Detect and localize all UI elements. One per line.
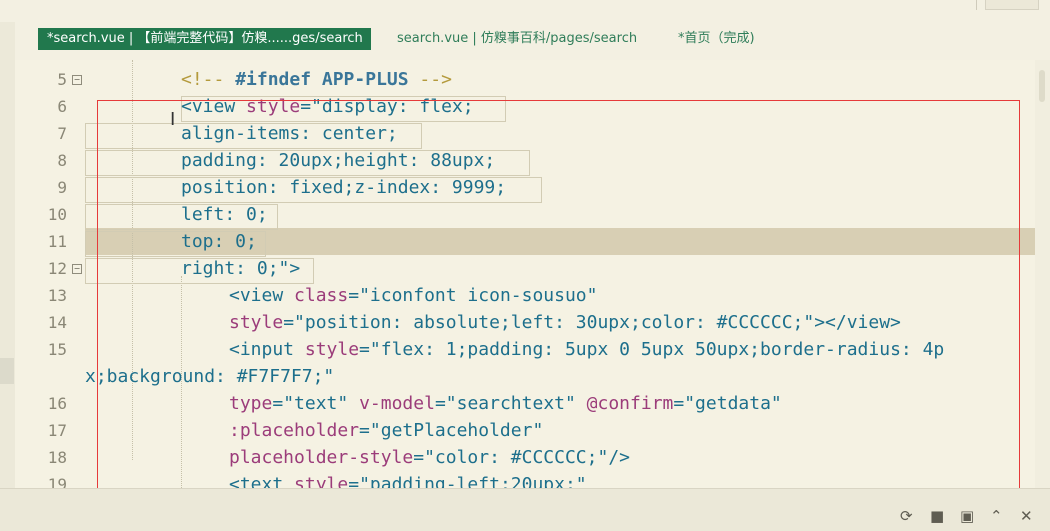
left-activity-strip — [0, 22, 16, 488]
close-icon[interactable]: ✕ — [1020, 507, 1033, 525]
text-cursor-icon: I — [170, 109, 176, 130]
bottom-toolbar: ⟳ ■ ▣ ⌃ ✕ — [0, 488, 1050, 531]
line-number: 8 — [57, 151, 67, 170]
fold-toggle-icon[interactable]: − — [72, 264, 82, 274]
tab-search-vue-frontend[interactable]: *search.vue | 【前端完整代码】仿糗......ges/search — [38, 28, 371, 50]
line-number: 16 — [47, 394, 67, 413]
tab-search-vue-qiushi[interactable]: search.vue | 仿糗事百科/pages/search — [397, 28, 637, 50]
code-editor[interactable]: 5 6 7 8 9 10 11 12 13 14 15 16 17 18 19 … — [15, 60, 1050, 488]
scrollbar-thumb[interactable] — [1039, 70, 1045, 102]
line-number: 5 — [57, 70, 67, 89]
window-top-strip — [0, 0, 1050, 22]
vertical-scrollbar[interactable] — [1035, 60, 1050, 488]
line-number: 18 — [47, 448, 67, 467]
comment-end: --> — [408, 69, 452, 90]
fold-toggle-icon[interactable]: − — [72, 75, 82, 85]
line-number: 19 — [47, 475, 67, 488]
code-line-5: <!-- #ifndef APP-PLUS --> — [181, 66, 452, 93]
window-control[interactable] — [985, 0, 1039, 10]
console-icon[interactable]: ▣ — [960, 507, 974, 525]
line-number: 6 — [57, 97, 67, 116]
line-number: 10 — [47, 205, 67, 224]
line-number: 14 — [47, 313, 67, 332]
line-number: 7 — [57, 124, 67, 143]
tab-home[interactable]: *首页（完成) — [678, 28, 755, 50]
editor-tab-bar: *search.vue | 【前端完整代码】仿糗......ges/search… — [15, 22, 1050, 60]
line-number: 9 — [57, 178, 67, 197]
collapse-up-icon[interactable]: ⌃ — [990, 507, 1003, 525]
top-divider — [976, 0, 977, 10]
comment-start: <!-- — [181, 69, 236, 90]
stop-icon[interactable]: ■ — [930, 507, 944, 525]
left-strip-marker[interactable] — [0, 358, 14, 384]
line-number: 15 — [47, 340, 67, 359]
directive: #ifndef APP-PLUS — [235, 69, 409, 90]
line-number: 13 — [47, 286, 67, 305]
red-annotation-box — [97, 100, 1020, 488]
line-number: 11 — [47, 232, 67, 251]
line-number: 17 — [47, 421, 67, 440]
run-icon[interactable]: ⟳ — [900, 507, 913, 525]
line-number: 12 — [47, 259, 67, 278]
